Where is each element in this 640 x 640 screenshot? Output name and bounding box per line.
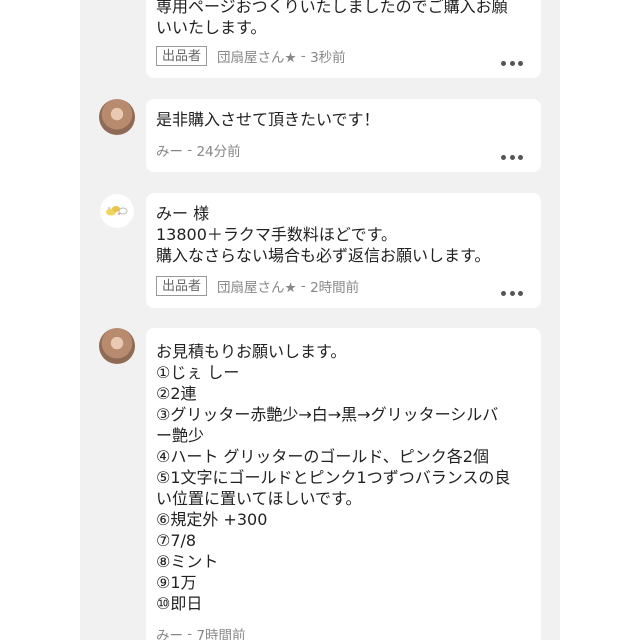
comment-meta: 出品者 団扇屋さん★ - 2時間前 [156,275,359,297]
comment-author[interactable]: みー [156,140,183,160]
comment-time: 3秒前 [310,50,346,66]
comment-meta: 出品者 団扇屋さん★ - 3秒前 [156,45,346,67]
meta-separator: - [296,48,311,64]
meta-separator: - [296,278,311,294]
comment-author[interactable]: 団扇屋さん★ [217,276,297,296]
comment-text: お見積もりお願いします。 ①じぇ しー ②2連 ③グリッター赤艶少→白→黒→グリ… [156,342,511,613]
comment-meta: みー - 24分前 [156,139,241,161]
comment-card: みー 様 13800＋ラクマ手数料ほどです。 購入なさらない場合も必ず返信お願い… [146,193,541,308]
comment-text: みー 様 13800＋ラクマ手数料ほどです。 購入なさらない場合も必ず返信お願い… [156,204,491,265]
seller-badge: 出品者 [156,276,208,296]
meta-separator: - [183,626,197,640]
user-avatar[interactable] [99,99,135,135]
comment-time: 2時間前 [310,280,360,296]
shop-avatar[interactable] [99,193,135,229]
comment-text: 専用ページおつくりいたしましたのでご購入お願 いいたします。 [156,0,508,37]
comment-author[interactable]: 団扇屋さん★ [217,46,297,66]
seller-badge: 出品者 [156,46,208,66]
user-avatar[interactable] [99,328,135,364]
meta-separator: - [183,142,197,158]
shop-logo-icon [99,193,135,229]
comment-meta: みー - 7時間前 [156,623,246,640]
comment-card: 専用ページおつくりいたしましたのでご購入お願 いいたします。 出品者 団扇屋さん… [146,0,541,78]
comment-time: 24分前 [196,144,241,160]
comment-card: お見積もりお願いします。 ①じぇ しー ②2連 ③グリッター赤艶少→白→黒→グリ… [146,328,541,640]
more-horizontal-icon[interactable] [501,290,523,296]
comment-author[interactable]: みー [156,624,183,640]
comment-time: 7時間前 [196,628,246,640]
comment-text: 是非購入させて頂きたいです！ [156,110,380,129]
comment-feed: 専用ページおつくりいたしましたのでご購入お願 いいたします。 出品者 団扇屋さん… [80,0,560,640]
comment-card: 是非購入させて頂きたいです！ みー - 24分前 [146,99,541,172]
more-horizontal-icon[interactable] [501,154,523,160]
more-horizontal-icon[interactable] [501,60,523,66]
